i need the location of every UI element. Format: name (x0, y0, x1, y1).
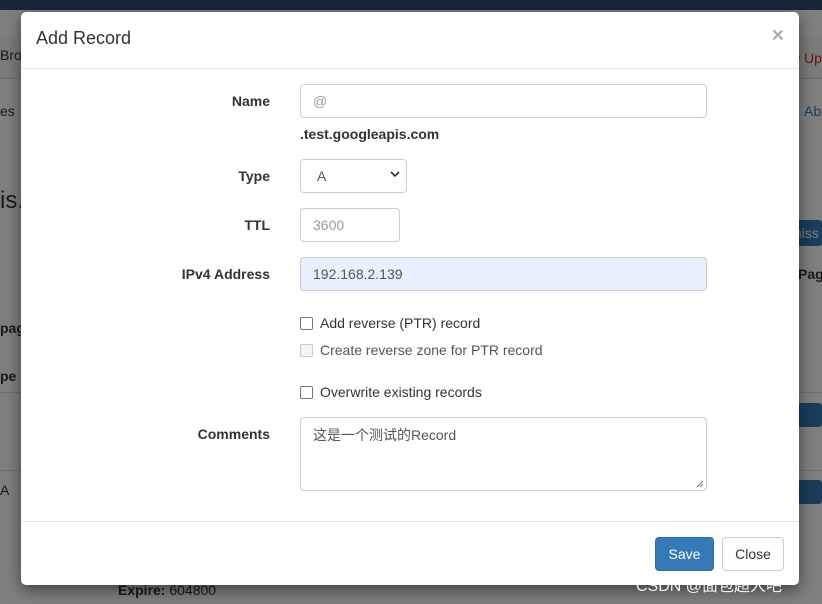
domain-suffix: .test.googleapis.com (300, 126, 440, 142)
overwrite-checkbox-row[interactable]: Overwrite existing records (300, 384, 482, 400)
modal-footer-divider (21, 521, 799, 522)
ttl-label: TTL (244, 217, 270, 233)
comments-textarea[interactable]: 这是一个测试的Record (300, 417, 707, 491)
close-icon[interactable]: × (772, 25, 784, 46)
create-zone-checkbox (300, 343, 313, 357)
add-ptr-checkbox-row[interactable]: Add reverse (PTR) record (300, 315, 480, 331)
overwrite-label[interactable]: Overwrite existing records (320, 384, 482, 400)
comments-label: Comments (197, 426, 270, 442)
watermark: CSDN @面包超人吧 (636, 578, 783, 595)
close-button[interactable]: Close (722, 537, 784, 571)
name-label: Name (231, 93, 270, 109)
ipv4-input[interactable] (300, 257, 707, 291)
modal-header: Add Record × (21, 12, 799, 69)
type-select-value: A (317, 168, 327, 184)
create-zone-label: Create reverse zone for PTR record (320, 342, 543, 358)
chevron-down-icon (390, 171, 400, 178)
resize-handle-icon[interactable] (696, 480, 704, 488)
type-label: Type (238, 168, 270, 184)
ipv4-label: IPv4 Address (181, 266, 270, 282)
add-ptr-checkbox[interactable] (300, 316, 313, 330)
modal-title: Add Record (36, 28, 132, 48)
save-button[interactable]: Save (655, 537, 714, 571)
create-zone-checkbox-row: Create reverse zone for PTR record (300, 342, 543, 358)
add-ptr-label[interactable]: Add reverse (PTR) record (320, 315, 480, 331)
type-select[interactable]: A (300, 159, 407, 193)
ttl-input[interactable] (300, 208, 400, 242)
add-record-modal: Add Record × Name .test.googleapis.com T… (21, 12, 799, 585)
overwrite-checkbox[interactable] (300, 385, 313, 399)
name-input[interactable] (300, 84, 707, 118)
